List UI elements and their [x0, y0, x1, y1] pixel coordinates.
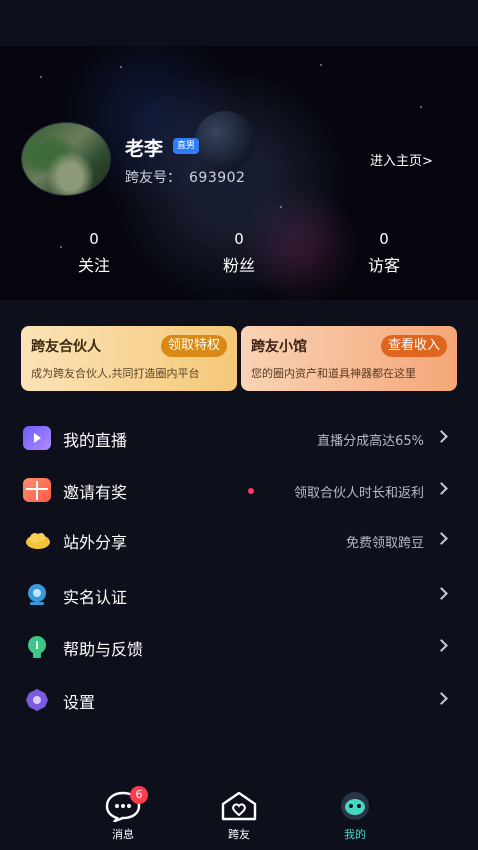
stat-visitors[interactable]: 0 访客 [344, 230, 424, 276]
help-bulb-icon [23, 635, 51, 659]
menu-label: 帮助与反馈 [63, 640, 144, 659]
menu-item-help[interactable]: 帮助与反馈 [0, 622, 478, 672]
live-camera-icon [23, 426, 51, 450]
chevron-right-icon [435, 482, 448, 495]
bottom-tab-bar: 6 消息 跨友 我的 [0, 780, 478, 850]
claim-privilege-button[interactable]: 领取特权 [160, 335, 227, 357]
status-bar [0, 0, 478, 46]
planet-decoration [195, 111, 255, 171]
chevron-right-icon [435, 532, 448, 545]
menu-item-settings[interactable]: 设置 [0, 675, 478, 725]
enter-homepage-link[interactable]: 进入主页> [370, 150, 433, 169]
menu-hint: 免费领取跨豆 [345, 536, 424, 551]
tab-label: 消息 [112, 828, 134, 841]
star-decoration [120, 66, 122, 68]
stat-value: 0 [379, 230, 389, 248]
chevron-right-icon [435, 587, 448, 600]
view-income-button[interactable]: 查看收入 [380, 335, 447, 357]
message-bubble-icon: 6 [104, 786, 148, 824]
stat-following[interactable]: 0 关注 [54, 230, 134, 276]
tab-messages[interactable]: 6 消息 [93, 780, 153, 842]
stat-value: 0 [89, 230, 99, 248]
chevron-right-icon [435, 639, 448, 652]
star-decoration [280, 206, 282, 208]
gift-box-icon [23, 478, 51, 502]
tab-label: 我的 [344, 828, 366, 841]
card-description: 成为跨友合伙人,共同打造圈内平台 [31, 367, 200, 380]
partner-card[interactable]: 跨友合伙人 领取特权 成为跨友合伙人,共同打造圈内平台 [21, 326, 237, 391]
cloud-share-icon [23, 528, 51, 552]
menu-label: 设置 [63, 693, 96, 712]
menu-label: 邀请有奖 [63, 483, 128, 502]
menu-label: 我的直播 [63, 431, 128, 450]
stat-label: 粉丝 [222, 256, 255, 275]
stat-label: 访客 [367, 256, 400, 275]
star-decoration [320, 64, 322, 66]
menu-item-my-live[interactable]: 我的直播 直播分成高达65% [0, 413, 478, 463]
menu-label: 站外分享 [63, 533, 128, 552]
menu-item-verification[interactable]: 实名认证 [0, 570, 478, 620]
stat-fans[interactable]: 0 粉丝 [199, 230, 279, 276]
menu-item-invite[interactable]: 邀请有奖 领取合伙人时长和返利 [0, 465, 478, 515]
settings-gear-icon [23, 688, 51, 712]
user-id: 跨友号： 693902 [125, 167, 245, 187]
robot-avatar-icon [336, 790, 374, 822]
notification-dot [248, 488, 254, 494]
card-description: 您的圈内资产和道具神器都在这里 [251, 367, 416, 380]
user-id-label: 跨友号： [125, 170, 181, 186]
tab-kuayou[interactable]: 跨友 [209, 780, 269, 842]
id-verify-icon [23, 583, 51, 607]
chevron-right-icon [435, 692, 448, 705]
tab-mine[interactable]: 我的 [325, 780, 385, 842]
menu-item-share[interactable]: 站外分享 免费领取跨豆 [0, 515, 478, 565]
menu-hint: 领取合伙人时长和返利 [293, 486, 424, 501]
chevron-right-icon [435, 430, 448, 443]
menu-label: 实名认证 [63, 588, 128, 607]
lounge-card[interactable]: 跨友小馆 查看收入 您的圈内资产和道具神器都在这里 [241, 326, 457, 391]
tab-label: 跨友 [228, 828, 250, 841]
stat-label: 关注 [77, 256, 110, 275]
star-decoration [40, 76, 42, 78]
heart-home-icon [220, 790, 258, 822]
menu-hint: 直播分成高达65% [317, 434, 424, 449]
user-tag-badge: 直男 [173, 138, 199, 154]
avatar[interactable] [21, 122, 111, 196]
star-decoration [420, 106, 422, 108]
user-id-value: 693902 [189, 170, 246, 186]
stat-value: 0 [234, 230, 244, 248]
profile-header: 老李 直男 跨友号： 693902 进入主页> 0 关注 0 粉丝 0 访客 [0, 46, 478, 300]
username: 老李 [125, 138, 164, 160]
unread-count-badge: 6 [130, 786, 148, 804]
